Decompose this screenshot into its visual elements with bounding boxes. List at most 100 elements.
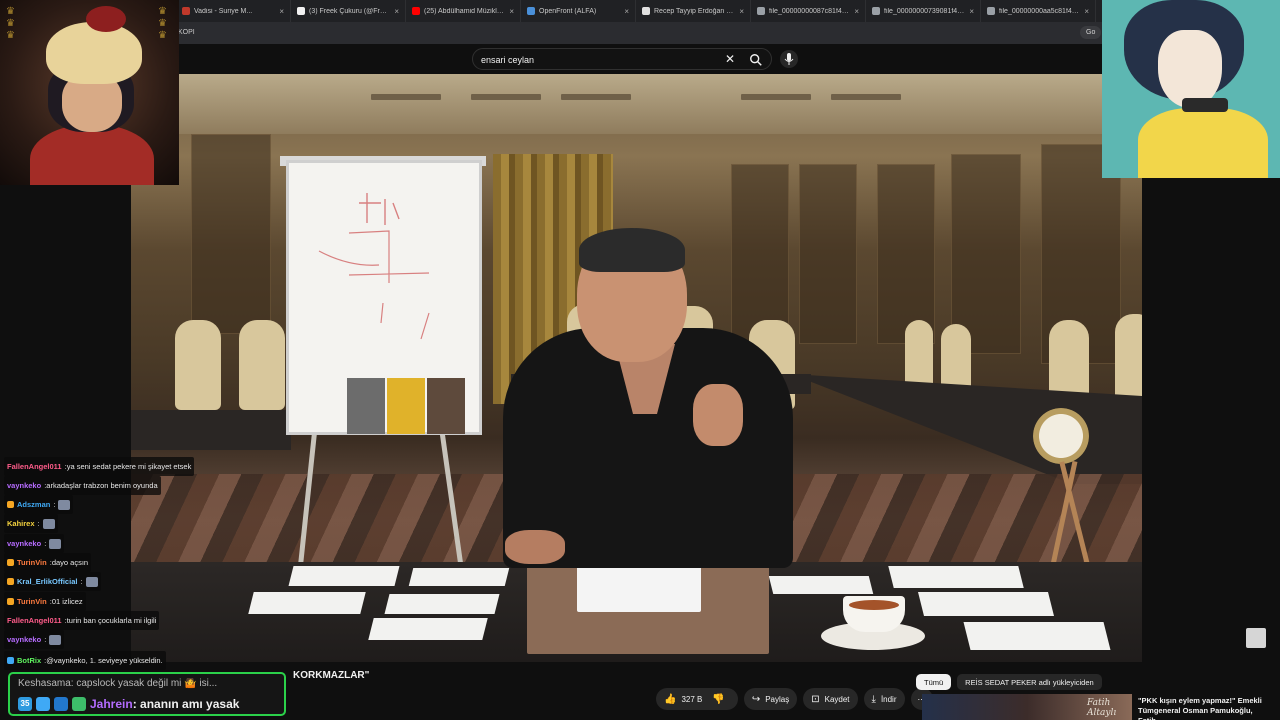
badge-icon <box>54 697 68 711</box>
channel-avatar-small[interactable] <box>1246 628 1266 648</box>
paper-sheet <box>368 618 488 640</box>
close-tab-icon[interactable]: × <box>509 7 514 16</box>
save-button[interactable]: ⊡ Kaydet <box>803 688 858 710</box>
chat-emote-icon <box>49 634 62 645</box>
chat-separator: : <box>37 519 40 528</box>
search-icon[interactable] <box>749 53 763 67</box>
close-tab-icon[interactable]: × <box>624 7 629 16</box>
browser-tab[interactable]: file_00000000087c81f492d79... × <box>751 0 866 22</box>
close-tab-icon[interactable]: × <box>739 7 744 16</box>
tab-title: OpenFront (ALFA) <box>539 7 597 15</box>
streamer-avatar-overlay: ♛ ♛ ♛ ♛ ♛ ♛ <box>0 0 179 185</box>
crown-icon: ♛ ♛ ♛ <box>158 6 167 41</box>
browser-tab-strip: Vadisi - Suriye M... × (3) Freek Çukuru (@… <box>0 0 1280 22</box>
chat-username[interactable]: vaynkeko <box>7 635 41 644</box>
tab-title: file_00000000087c81f492d79... <box>769 7 850 15</box>
ceiling-vent <box>831 94 901 100</box>
share-label: Paylaş <box>765 694 790 704</box>
chat-separator: : <box>44 539 47 548</box>
tab-title: file_00000000739081f4924d5... <box>884 7 965 15</box>
avatar-turban <box>46 22 142 84</box>
tab-title: file_00000000aa5c81f4a3ecb... <box>999 7 1080 15</box>
chat-separator: : <box>80 577 83 586</box>
chat-username[interactable]: Adszman <box>17 500 50 509</box>
browser-tab[interactable]: Vadisi - Suriye M... × <box>176 0 291 22</box>
paper-sheet <box>888 566 1024 588</box>
close-tab-icon[interactable]: × <box>279 7 284 16</box>
browser-tab[interactable]: file_00000000739081f4924d5... × <box>866 0 981 22</box>
close-tab-icon[interactable]: × <box>969 7 974 16</box>
ceiling-vent <box>561 94 631 100</box>
bookmark-item-go[interactable]: Go <box>1080 26 1102 39</box>
browser-tab[interactable]: OpenFront (ALFA) × <box>521 0 636 22</box>
chat-text: ya seni sedat pekere mi şikayet etsek <box>66 462 192 471</box>
bookmarks-bar: KOPI Go <box>0 22 1280 44</box>
recommended-video-title[interactable]: "PKK kışın eylem yapmaz!" Emekli Tümgene… <box>1138 696 1274 720</box>
avatar-robe <box>30 124 154 185</box>
chat-text: dayo açsın <box>51 558 89 567</box>
chat-message: Adszman: <box>4 495 74 514</box>
tab-title: (3) Freek Çukuru (@FreekCuku... <box>309 7 391 15</box>
search-box[interactable]: ensari ceylan ✕ <box>472 48 772 70</box>
browser-tab[interactable]: (25) Abdülhamid Müzikleri - ... × <box>406 0 521 22</box>
recommended-video-thumbnail[interactable]: Fatih Altaylı <box>922 694 1132 720</box>
thumbs-down-icon[interactable]: 👎 <box>712 694 724 705</box>
download-icon: ⤓ <box>871 693 876 705</box>
chat-message: Kahirex: <box>4 514 58 533</box>
close-tab-icon[interactable]: × <box>854 7 859 16</box>
like-count: 327 B <box>681 694 703 704</box>
chat-username[interactable]: vaynkeko <box>7 481 41 490</box>
close-tab-icon[interactable]: × <box>1084 7 1089 16</box>
avatar-turban-cap <box>86 6 126 32</box>
meeting-table <box>131 410 291 450</box>
browser-tab[interactable]: Recep Tayyip Erdoğan edit Yo... × <box>636 0 751 22</box>
browser-tab[interactable]: file_00000000aa5c81f4a3ecb... × <box>981 0 1096 22</box>
chat-username[interactable]: TurinVin <box>17 558 47 567</box>
chat-username[interactable]: Kral_ErlikOfficial <box>17 577 77 586</box>
wall-panel <box>799 164 857 344</box>
chat-username[interactable]: BotRix <box>17 656 41 665</box>
download-button[interactable]: ⤓ İndir <box>863 688 905 710</box>
download-label: İndir <box>880 694 897 704</box>
ceiling-vent <box>371 94 441 100</box>
whiteboard-drawing <box>318 193 430 340</box>
highlight-username[interactable]: Jahrein <box>90 697 133 711</box>
wall-panel <box>951 154 1021 354</box>
chip-all[interactable]: Tümü <box>916 674 952 690</box>
chat-username[interactable]: Kahirex <box>7 519 35 528</box>
like-button[interactable]: 👍 327 B 👎 <box>656 688 738 710</box>
close-tab-icon[interactable]: × <box>394 7 399 16</box>
chat-message: FallenAngel011: ya seni sedat pekere mi … <box>4 457 195 476</box>
paper-sheet <box>768 576 874 594</box>
chat-username[interactable]: FallenAngel011 <box>7 462 62 471</box>
thumbnail-signature: Fatih Altaylı <box>1087 698 1117 718</box>
video-actions: 👍 327 B 👎 ↪ Paylaş ⊡ Kaydet ⤓ İndir ⋯ <box>656 688 933 710</box>
book-cover <box>427 378 465 434</box>
character-face <box>1158 30 1222 108</box>
chat-username[interactable]: FallenAngel011 <box>7 616 62 625</box>
speaker-raised-hand <box>693 384 743 446</box>
chip-from-uploader[interactable]: REİS SEDAT PEKER adlı yükleyiciden <box>957 674 1102 690</box>
chat-text: 01 izlicez <box>51 597 83 606</box>
wall-panel <box>191 134 271 334</box>
search-input[interactable]: ensari ceylan <box>481 55 534 65</box>
chat-username[interactable]: TurinVin <box>17 597 47 606</box>
tab-favicon-icon <box>872 7 880 15</box>
standing-clock <box>1033 408 1089 464</box>
youtube-top-bar: ensari ceylan ✕ <box>0 44 1280 74</box>
character-shirt <box>1138 108 1268 178</box>
paper-sheet <box>963 622 1111 650</box>
bookmark-item[interactable]: KOPI <box>178 29 195 36</box>
share-button[interactable]: ↪ Paylaş <box>743 688 798 710</box>
chat-message: BotRix: @vaynkeko, 1. seviyeye yükseldin… <box>4 651 166 670</box>
chat-message: FallenAngel011: turin ban çocuklarla mi … <box>4 611 160 630</box>
microphone-icon[interactable] <box>780 50 798 68</box>
wall-panel <box>877 164 935 344</box>
chat-username[interactable]: vaynkeko <box>7 539 41 548</box>
chat-message: vaynkeko: <box>4 630 65 649</box>
tea <box>849 600 899 610</box>
clear-search-icon[interactable]: ✕ <box>725 52 735 66</box>
tab-title: Recep Tayyip Erdoğan edit Yo... <box>654 7 735 15</box>
browser-tab[interactable]: (3) Freek Çukuru (@FreekCuku...× <box>291 0 406 22</box>
tab-favicon-icon <box>297 7 305 15</box>
